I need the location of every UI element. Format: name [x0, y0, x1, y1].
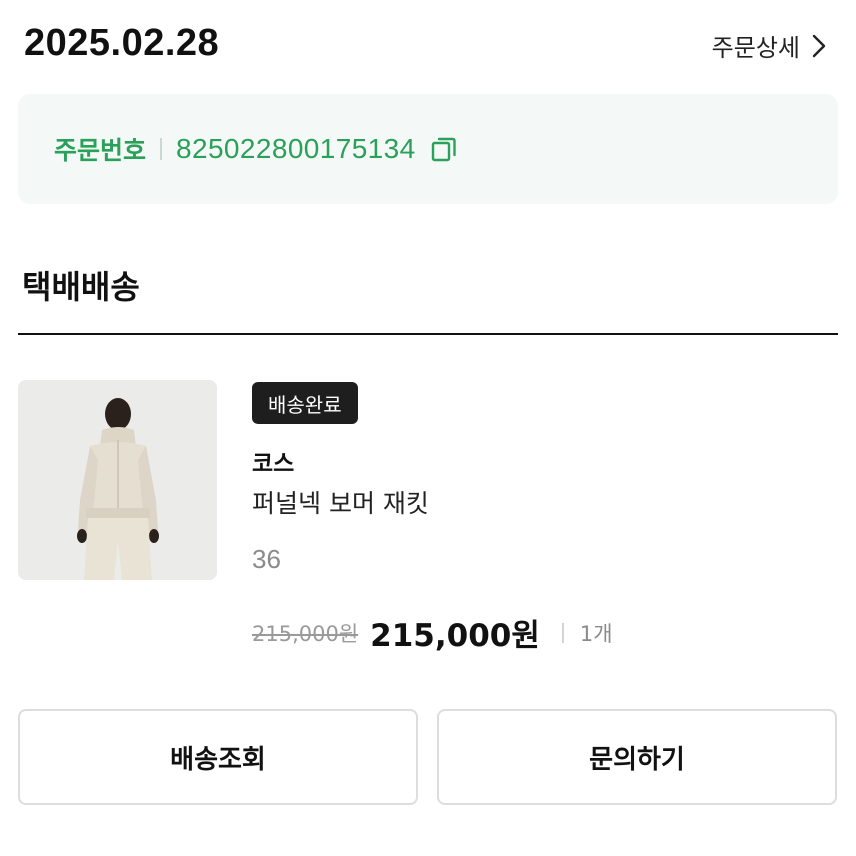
quantity: 1개: [579, 621, 613, 646]
chevron-right-icon: [812, 34, 826, 57]
original-price: 215,000원: [252, 621, 359, 646]
price-row: 215,000원 215,000원 1개: [252, 610, 613, 655]
order-history-page: 2025.02.28 주문상세 주문번호 825022800175134 택배배…: [0, 0, 856, 856]
product-image[interactable]: [18, 380, 217, 580]
delivery-status-badge: 배송완료: [252, 382, 358, 424]
order-date: 2025.02.28: [24, 22, 220, 64]
final-price: 215,000원: [370, 618, 540, 654]
order-number-label: 주문번호: [54, 136, 147, 165]
order-number-divider: [160, 138, 163, 160]
brand-name: 코스: [252, 451, 295, 477]
copy-icon[interactable]: [430, 135, 458, 163]
track-delivery-button[interactable]: 배송조회: [18, 709, 418, 805]
order-detail-link[interactable]: 주문상세: [712, 28, 826, 63]
order-detail-label: 주문상세: [711, 34, 800, 62]
inquiry-button[interactable]: 문의하기: [437, 709, 837, 805]
product-photo-illustration: [18, 380, 217, 580]
order-number-box: 주문번호 825022800175134: [18, 94, 838, 204]
product-name[interactable]: 퍼널넥 보머 재킷: [252, 484, 429, 520]
delivery-section-title: 택배배송: [22, 268, 140, 306]
product-option-size: 36: [252, 544, 281, 574]
order-number: 825022800175134: [176, 133, 416, 164]
section-divider: [18, 333, 838, 335]
price-divider: [561, 622, 564, 643]
